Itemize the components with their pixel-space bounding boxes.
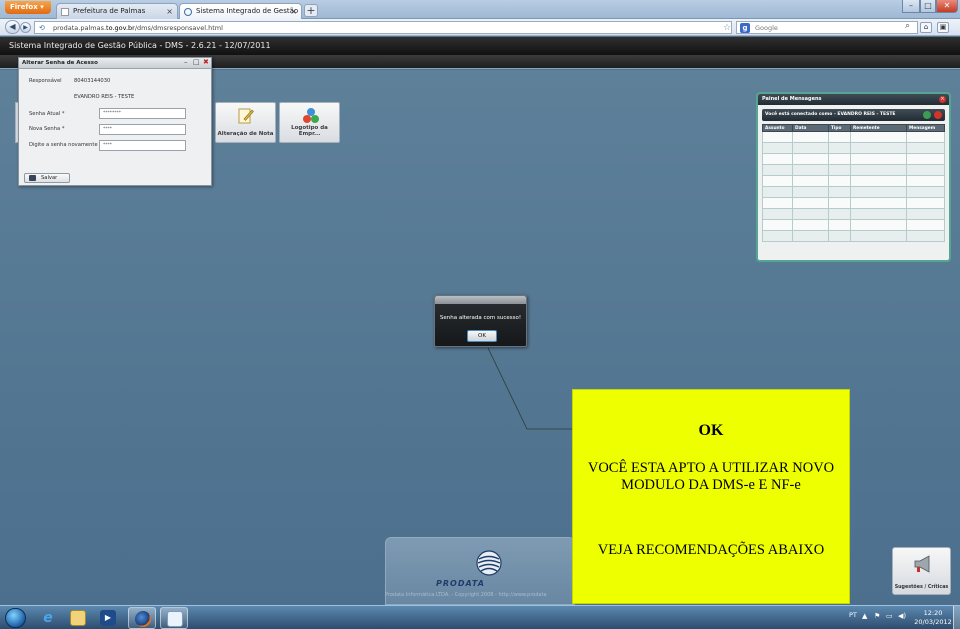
prodata-globe-icon: [476, 550, 502, 576]
megaphone-icon: [914, 555, 930, 573]
suggestions-label: Sugestões / Críticas: [894, 585, 949, 590]
internet-explorer-icon: e: [43, 610, 53, 626]
start-button[interactable]: [5, 608, 26, 628]
ok-button[interactable]: OK: [467, 330, 497, 342]
note-footer: VEJA RECOMENDAÇÕES ABAIXO: [597, 542, 825, 558]
instruction-note: OK VOCÊ ESTA APTO A UTILIZAR NOVO MODULO…: [572, 389, 850, 604]
taskbar-firefox[interactable]: [128, 607, 156, 629]
show-desktop-button[interactable]: [953, 606, 960, 629]
folder-icon: [70, 610, 86, 626]
note-heading: OK: [698, 422, 724, 439]
alert-titlebar: [435, 296, 526, 304]
network-icon[interactable]: ▭: [886, 612, 893, 620]
volume-icon[interactable]: ◀): [898, 612, 906, 620]
taskbar-media-player[interactable]: ▶: [94, 607, 122, 629]
success-alert-dialog: Senha alterada com sucesso! OK: [434, 295, 527, 347]
clock-time[interactable]: 12:20: [913, 609, 953, 617]
firefox-icon: [135, 611, 151, 627]
media-player-icon: ▶: [100, 610, 116, 626]
show-hidden-icons-icon[interactable]: ▲: [862, 612, 867, 620]
taskbar-explorer[interactable]: [64, 607, 92, 629]
taskbar-notepad[interactable]: [160, 607, 188, 629]
prodata-brand: PRODATA: [436, 579, 485, 588]
suggestions-button[interactable]: Sugestões / Críticas: [892, 547, 951, 595]
language-indicator[interactable]: PT: [849, 611, 857, 619]
document-icon: [167, 611, 183, 627]
action-center-flag-icon[interactable]: ⚑: [874, 612, 880, 620]
note-body: VOCÊ ESTA APTO A UTILIZAR NOVO MODULO DA…: [587, 460, 835, 493]
clock-date[interactable]: 20/03/2012: [911, 618, 955, 626]
copyright-text: Prodata Informática LTDA. - Copyright 20…: [385, 592, 547, 598]
windows-taskbar: e ▶ PT ▲ ⚑ ▭ ◀) 12:20 20/03/2012: [0, 605, 960, 629]
taskbar-ie[interactable]: e: [34, 607, 62, 629]
alert-message: Senha alterada com sucesso!: [439, 315, 522, 321]
